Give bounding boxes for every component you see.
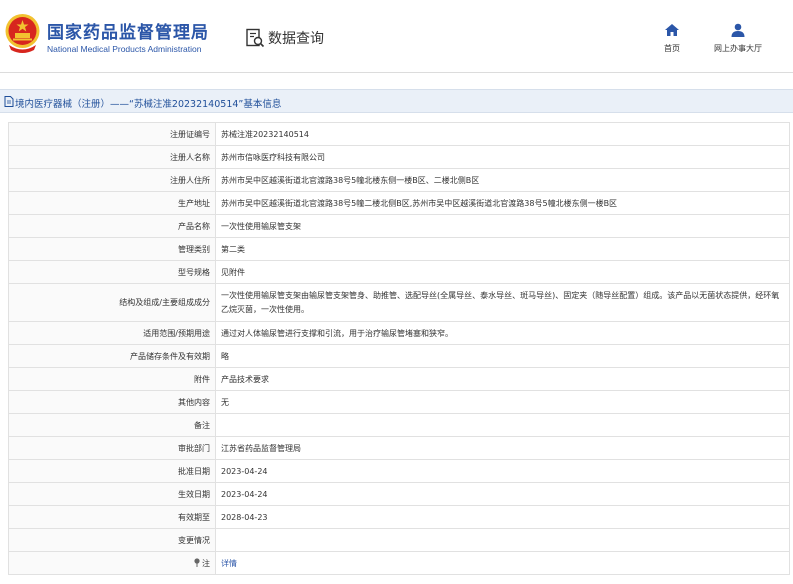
national-emblem-logo [5,14,40,53]
table-row: 生效日期 2023-04-24 [8,482,790,506]
nav-home-label: 首页 [664,44,680,53]
field-value: 见附件 [215,260,790,284]
nav-online-hall[interactable]: 网上办事大厅 [707,22,769,54]
data-query-label: 数据查询 [268,31,324,47]
field-label: 附件 [8,367,216,391]
home-icon [665,24,679,36]
org-name-cn: 国家药品监督管理局 [47,23,209,43]
registration-info-table: 注册证编号 苏械注准20232140514 注册人名称 苏州市信咏医疗科技有限公… [8,122,790,575]
field-label: 管理类别 [8,237,216,261]
field-label: 生产地址 [8,191,216,215]
field-label: 适用范围/预期用途 [8,321,216,345]
field-value: 2028-04-23 [215,505,790,529]
field-value: 详情 [215,551,790,575]
field-label-note: 注 [8,551,216,575]
table-row: 审批部门 江苏省药品监督管理局 [8,436,790,460]
field-value: 无 [215,390,790,414]
field-value: 苏州市信咏医疗科技有限公司 [215,145,790,169]
field-value: 2023-04-24 [215,482,790,506]
table-row: 注册人名称 苏州市信咏医疗科技有限公司 [8,145,790,169]
table-row: 结构及组成/主要组成成分 一次性使用输尿管支架由输尿管支架管身、助推管、选配导丝… [8,283,790,322]
table-row: 产品储存条件及有效期 略 [8,344,790,368]
field-label: 结构及组成/主要组成成分 [8,283,216,322]
nav-home[interactable]: 首页 [657,22,687,54]
field-label: 产品储存条件及有效期 [8,344,216,368]
table-row: 附件 产品技术要求 [8,367,790,391]
field-label: 其他内容 [8,390,216,414]
field-label: 有效期至 [8,505,216,529]
table-row: 备注 [8,413,790,437]
header-divider [0,72,793,73]
field-label: 生效日期 [8,482,216,506]
field-value: 苏械注准20232140514 [215,122,790,146]
record-title: 境内医疗器械（注册）——“苏械注准20232140514”基本信息 [15,99,282,110]
table-row: 产品名称 一次性使用输尿管支架 [8,214,790,238]
field-value: 一次性使用输尿管支架由输尿管支架管身、助推管、选配导丝(全属导丝、泰水导丝、斑马… [215,283,790,322]
table-row: 注册证编号 苏械注准20232140514 [8,122,790,146]
org-name-en: National Medical Products Administration [47,44,202,54]
field-value: 苏州市吴中区越溪街道北官渡路38号5幢北楼东侧一楼B区、二楼北侧B区 [215,168,790,192]
field-label: 备注 [8,413,216,437]
table-row: 注册人住所 苏州市吴中区越溪街道北官渡路38号5幢北楼东侧一楼B区、二楼北侧B区 [8,168,790,192]
field-label: 注 [202,558,210,568]
field-label: 注册人住所 [8,168,216,192]
field-label: 变更情况 [8,528,216,552]
table-row: 其他内容 无 [8,390,790,414]
field-label: 产品名称 [8,214,216,238]
field-label: 审批部门 [8,436,216,460]
table-row: 适用范围/预期用途 通过对人体输尿管进行支撑和引流，用于治疗输尿管堵塞和狭窄。 [8,321,790,345]
field-label: 批准日期 [8,459,216,483]
field-label: 型号规格 [8,260,216,284]
field-value [215,528,790,552]
field-value: 略 [215,344,790,368]
field-value: 通过对人体输尿管进行支撑和引流，用于治疗输尿管堵塞和狭窄。 [215,321,790,345]
user-icon [731,23,745,37]
site-header: 国家药品监督管理局 National Medical Products Admi… [0,0,793,70]
field-value: 2023-04-24 [215,459,790,483]
record-title-bar: 境内医疗器械（注册）——“苏械注准20232140514”基本信息 [0,89,793,113]
data-query-link[interactable]: 数据查询 [245,28,324,48]
table-row: 变更情况 [8,528,790,552]
field-value: 苏州市吴中区越溪街道北官渡路38号5幢二楼北侧B区,苏州市吴中区越溪街道北官渡路… [215,191,790,215]
table-row: 批准日期 2023-04-24 [8,459,790,483]
nav-online-hall-label: 网上办事大厅 [714,44,762,53]
document-icon [4,96,14,107]
table-row: 管理类别 第二类 [8,237,790,261]
table-row: 有效期至 2028-04-23 [8,505,790,529]
field-value: 产品技术要求 [215,367,790,391]
table-row: 型号规格 见附件 [8,260,790,284]
document-search-icon [246,28,265,48]
table-row: 生产地址 苏州市吴中区越溪街道北官渡路38号5幢二楼北侧B区,苏州市吴中区越溪街… [8,191,790,215]
field-value: 第二类 [215,237,790,261]
field-value: 一次性使用输尿管支架 [215,214,790,238]
field-value: 江苏省药品监督管理局 [215,436,790,460]
note-pin-icon [194,557,200,567]
field-label: 注册人名称 [8,145,216,169]
field-value-text: 一次性使用输尿管支架由输尿管支架管身、助推管、选配导丝(全属导丝、泰水导丝、斑马… [221,290,780,314]
field-label: 注册证编号 [8,122,216,146]
table-row: 注 详情 [8,551,790,575]
details-link[interactable]: 详情 [221,559,237,568]
field-value [215,413,790,437]
